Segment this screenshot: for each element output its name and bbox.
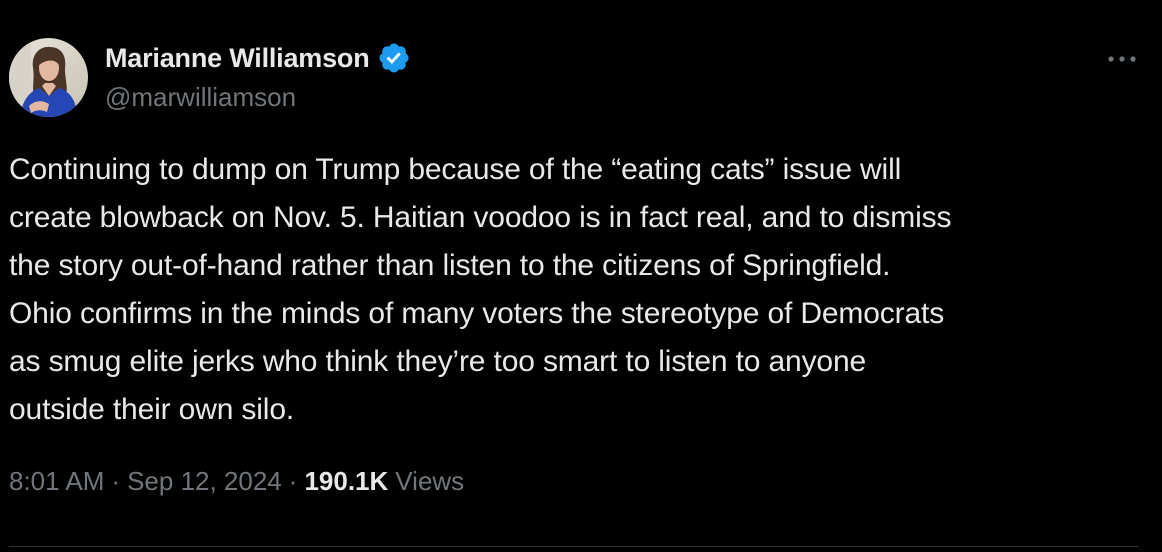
author-name-row: Marianne Williamson [105,40,411,76]
author-handle[interactable]: @marwilliamson [105,82,296,113]
verified-badge-icon[interactable] [377,41,411,75]
tweet-meta: 8:01 AM · Sep 12, 2024 · 190.1K Views [9,466,464,497]
more-options-icon[interactable] [1102,46,1142,72]
avatar[interactable] [9,38,88,117]
divider [9,546,1139,547]
meta-separator: · [111,466,121,496]
tweet-time[interactable]: 8:01 AM [9,466,104,497]
views-count[interactable]: 190.1K [304,466,388,497]
tweet-text: Continuing to dump on Trump because of t… [9,153,952,426]
avatar-image [9,38,88,117]
author-display-name[interactable]: Marianne Williamson [105,43,370,74]
tweet-date[interactable]: Sep 12, 2024 [127,466,282,497]
meta-separator: · [288,466,298,496]
views-label[interactable]: Views [395,466,464,497]
tweet-card: Marianne Williamson @marwilliamson Conti… [0,0,1162,552]
